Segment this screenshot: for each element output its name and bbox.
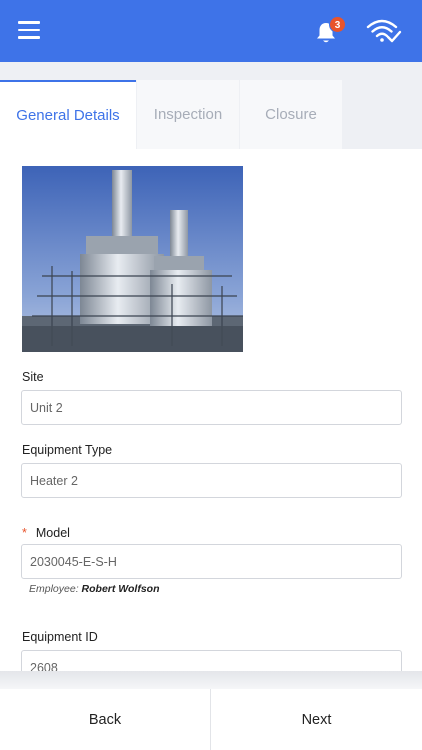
tab-general-details[interactable]: General Details xyxy=(0,80,136,149)
equipment-photo[interactable] xyxy=(22,166,243,352)
employee-note: Employee: Robert Wolfson xyxy=(29,583,160,595)
hamburger-menu-icon[interactable] xyxy=(18,21,40,39)
wifi-check-icon[interactable] xyxy=(366,18,402,44)
employee-prefix: Employee: xyxy=(29,583,79,595)
back-button[interactable]: Back xyxy=(0,689,211,750)
equipment-type-label: Equipment Type xyxy=(22,443,113,457)
equipment-id-field[interactable]: 2608 xyxy=(21,650,402,671)
top-app-bar: 3 xyxy=(0,0,422,62)
site-label: Site xyxy=(22,370,44,384)
footer-divider xyxy=(0,671,422,689)
tab-inspection[interactable]: Inspection xyxy=(137,80,239,149)
next-button[interactable]: Next xyxy=(211,689,422,750)
form-content: Site Unit 2 Equipment Type Heater 2 * Mod… xyxy=(0,149,422,671)
model-field[interactable]: 2030045-E-S-H xyxy=(21,544,402,579)
equipment-id-label: Equipment ID xyxy=(22,630,98,644)
required-marker: * xyxy=(22,526,27,540)
model-label-text: Model xyxy=(35,526,70,540)
site-field[interactable]: Unit 2 xyxy=(21,390,402,425)
employee-name: Robert Wolfson xyxy=(81,583,160,595)
tab-closure[interactable]: Closure xyxy=(240,80,342,149)
notifications-button[interactable]: 3 xyxy=(315,16,346,46)
notification-count-badge: 3 xyxy=(329,16,346,33)
model-label: * Model xyxy=(22,526,70,540)
equipment-type-field[interactable]: Heater 2 xyxy=(21,463,402,498)
